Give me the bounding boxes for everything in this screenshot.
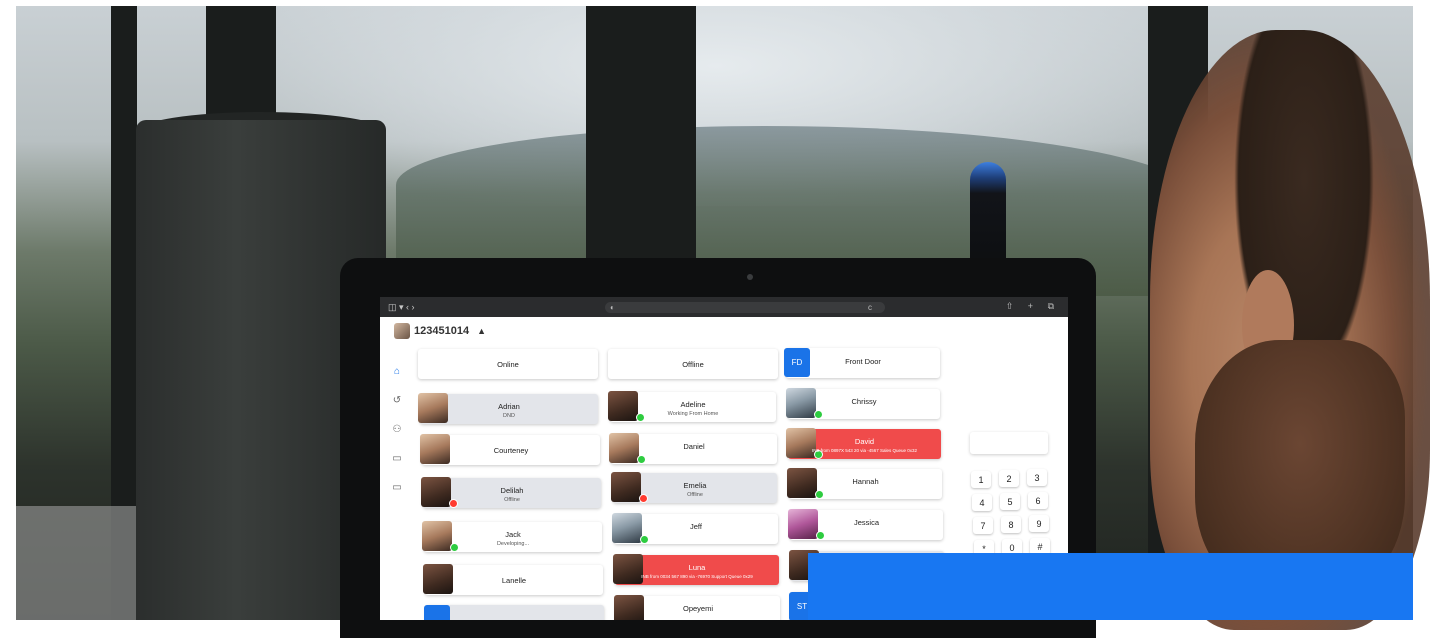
video-icon[interactable]: ▭ (386, 473, 408, 502)
secure-icon: ◐ (610, 303, 615, 312)
contact-name: Luna (688, 563, 706, 572)
group-label: Front Door (845, 357, 881, 366)
status-dot (816, 531, 825, 540)
keypad-key[interactable]: 4 (972, 494, 992, 511)
keypad-key[interactable]: 3 (1027, 469, 1047, 486)
contact-card-delilah[interactable]: Delilah Offline (421, 477, 601, 508)
contact-name: Chrissy (851, 397, 877, 406)
blue-overlay-panel (808, 553, 1413, 620)
keypad-key[interactable]: 7 (973, 517, 993, 534)
browser-nav-icons[interactable]: ◫ ▾ ‹ › (388, 302, 415, 313)
contact-card-jessica[interactable]: Jessica (788, 509, 943, 540)
contact-card-adrian[interactable]: Adrian DND (418, 393, 598, 424)
group-offline[interactable]: Offline (608, 349, 778, 379)
contact-name: Lanelle (501, 576, 527, 585)
contact-card-partial[interactable] (424, 605, 604, 620)
address-bar[interactable]: ◐ c (605, 302, 885, 313)
contact-status: Offline (504, 497, 520, 503)
contact-name: Emelia (683, 481, 707, 490)
status-dot (637, 455, 646, 464)
contact-name: David (854, 437, 875, 446)
contact-badge (424, 605, 450, 620)
contact-status: INB from 0897X 543 20 via -4567 Sales Qu… (811, 448, 918, 453)
reload-icon[interactable]: c (868, 303, 872, 312)
contact-card-opeyemi[interactable]: Opeyemi (614, 595, 780, 620)
contact-card-lanelle[interactable]: Lanelle (423, 564, 603, 595)
keypad-key[interactable]: 2 (999, 470, 1019, 487)
browser-actions[interactable]: ⇧ + ⧉ (1006, 301, 1060, 312)
contact-name: Opeyemi (682, 604, 713, 613)
contact-card-jeff[interactable]: Jeff (612, 513, 778, 544)
avatar[interactable] (394, 323, 410, 339)
keypad-key[interactable]: 1 (971, 471, 991, 488)
status-dot (814, 410, 823, 419)
group-online[interactable]: Online (418, 349, 598, 379)
camera-icon (747, 274, 753, 280)
contact-name: Adrian (498, 402, 520, 411)
chat-icon[interactable]: ▭ (386, 444, 408, 473)
contact-status: Working From Home (667, 411, 719, 417)
contact-name: Jessica (853, 518, 879, 527)
smart-lamp (970, 162, 1006, 266)
contact-name: Adeline (680, 400, 706, 409)
keypad-key[interactable]: 6 (1028, 492, 1048, 509)
contact-card-adeline[interactable]: Adeline Working From Home (608, 391, 776, 422)
dial-display[interactable] (970, 432, 1048, 454)
keypad-key[interactable]: 5 (1000, 493, 1020, 510)
contact-name: Jeff (690, 522, 702, 531)
contact-name: Jack (505, 530, 521, 539)
contact-name: Daniel (683, 442, 705, 451)
app-header: 123451014 ▲ (380, 321, 1068, 341)
contact-name: Hannah (852, 477, 879, 486)
history-icon[interactable]: ↺ (386, 386, 408, 415)
group-front-door[interactable]: FD Front Door (784, 348, 940, 378)
contact-name: Delilah (500, 486, 524, 495)
keypad-key[interactable]: 8 (1001, 516, 1021, 533)
contact-status: INB from 0034 567 890 via -76970 Support… (641, 574, 753, 579)
contact-card-hannah[interactable]: Hannah (787, 468, 942, 499)
contact-card-luna[interactable]: Luna INB from 0034 567 890 via -76970 Su… (613, 554, 779, 585)
user-id: 123451014 (414, 325, 470, 337)
status-dot (815, 490, 824, 499)
contact-card-david[interactable]: David INB from 0897X 543 20 via -4567 Sa… (786, 428, 941, 459)
contact-card-courteney[interactable]: Courteney (420, 434, 600, 465)
contact-card-jack[interactable]: Jack Developing... (422, 521, 602, 552)
contact-status: Offline (687, 492, 703, 498)
status-dot (640, 535, 649, 544)
contact-card-emelia[interactable]: Emelia Offline (611, 472, 777, 503)
contacts-icon[interactable]: ⚇ (386, 415, 408, 444)
contact-card-daniel[interactable]: Daniel (609, 433, 777, 464)
group-label: Online (497, 360, 519, 369)
bell-icon[interactable]: ▲ (477, 326, 486, 336)
sidebar: ⌂ ↺ ⚇ ▭ ▭ (386, 357, 408, 502)
contact-status: Developing... (496, 541, 530, 547)
contact-status: DND (503, 413, 515, 419)
contact-name: Courteney (493, 446, 529, 455)
browser-toolbar: ◫ ▾ ‹ › ◐ c ⇧ + ⧉ (380, 297, 1068, 317)
keypad-key[interactable]: 9 (1029, 515, 1049, 532)
group-label: Offline (682, 360, 704, 369)
home-icon[interactable]: ⌂ (386, 357, 408, 386)
contact-card-chrissy[interactable]: Chrissy (786, 388, 940, 419)
